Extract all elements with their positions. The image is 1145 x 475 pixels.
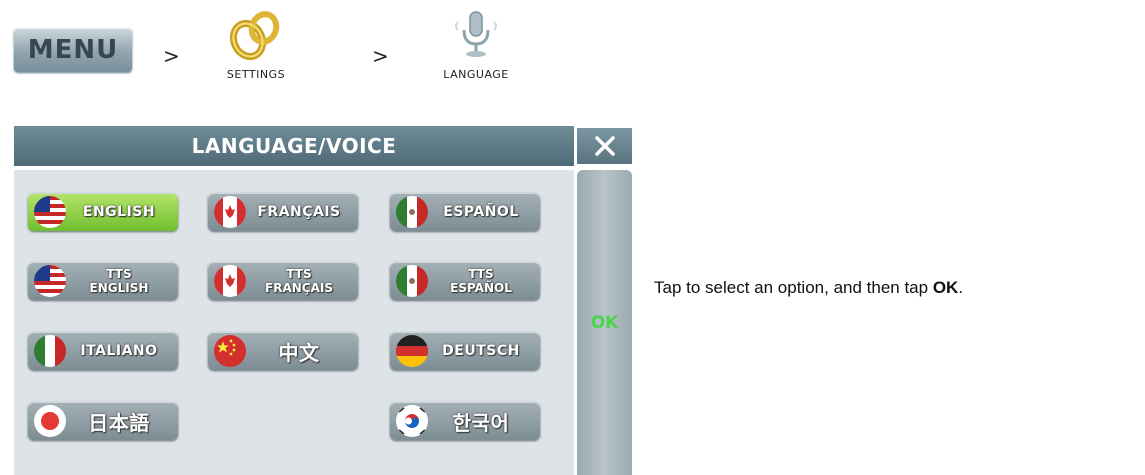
korea-flag-icon bbox=[396, 405, 428, 437]
language-label: 中文 bbox=[278, 340, 320, 365]
language-option-japanese[interactable]: 日本語 bbox=[28, 402, 178, 440]
tts-language-label: ESPAÑOL bbox=[450, 281, 512, 295]
language-label: TTS ESPAÑOL bbox=[428, 264, 534, 298]
mexico-flag-icon bbox=[396, 196, 428, 228]
close-button[interactable] bbox=[577, 128, 632, 164]
instruction-body: Tap to select an option, and then tap bbox=[654, 278, 933, 297]
china-flag-icon bbox=[214, 335, 246, 367]
language-label: ITALIANO bbox=[80, 343, 158, 359]
tts-label: TTS bbox=[106, 267, 132, 281]
tts-language-label: FRANÇAIS bbox=[265, 281, 333, 295]
language-option-tts-english[interactable]: TTS ENGLISH bbox=[28, 262, 178, 300]
breadcrumb-settings: SETTINGS bbox=[216, 4, 296, 81]
language-label: FRANÇAIS bbox=[257, 204, 341, 220]
instruction-text: Tap to select an option, and then tap OK… bbox=[654, 278, 963, 298]
language-option-korean[interactable]: 한국어 bbox=[390, 402, 540, 440]
germany-flag-icon bbox=[396, 335, 428, 367]
mexico-flag-icon bbox=[396, 265, 428, 297]
language-label: 한국어 bbox=[452, 410, 510, 435]
tts-language-label: ENGLISH bbox=[89, 281, 149, 295]
ok-button[interactable]: OK bbox=[577, 170, 632, 475]
language-option-deutsch[interactable]: DEUTSCH bbox=[390, 332, 540, 370]
italy-flag-icon bbox=[34, 335, 66, 367]
language-label: DEUTSCH bbox=[442, 343, 520, 359]
breadcrumb-separator: > bbox=[163, 44, 180, 68]
instruction-end: . bbox=[958, 278, 964, 297]
language-option-italiano[interactable]: ITALIANO bbox=[28, 332, 178, 370]
breadcrumb-language: LANGUAGE bbox=[426, 4, 526, 81]
japan-flag-icon bbox=[34, 405, 66, 437]
tts-label: TTS bbox=[286, 267, 312, 281]
language-label: ESPAÑOL bbox=[443, 204, 519, 220]
canada-flag-icon bbox=[214, 265, 246, 297]
language-option-chinese[interactable]: 中文 bbox=[208, 332, 358, 370]
breadcrumb-language-label: LANGUAGE bbox=[443, 68, 509, 81]
language-options-panel: ENGLISH FRANÇAIS ESPAÑOL TTS ENGLISH TTS… bbox=[14, 170, 574, 475]
us-flag-icon bbox=[34, 265, 66, 297]
menu-button[interactable]: MENU bbox=[14, 28, 132, 72]
language-label: TTS ENGLISH bbox=[66, 264, 172, 298]
language-option-english[interactable]: ENGLISH bbox=[28, 193, 178, 231]
language-label: ENGLISH bbox=[82, 204, 156, 220]
close-icon bbox=[594, 136, 615, 156]
settings-rings-icon bbox=[229, 11, 280, 61]
canada-flag-icon bbox=[214, 196, 246, 228]
breadcrumb-separator: > bbox=[372, 44, 389, 68]
language-option-espanol[interactable]: ESPAÑOL bbox=[390, 193, 540, 231]
breadcrumb-settings-label: SETTINGS bbox=[226, 68, 286, 81]
us-flag-icon bbox=[34, 196, 66, 228]
language-option-tts-espanol[interactable]: TTS ESPAÑOL bbox=[390, 262, 540, 300]
language-label: 日本語 bbox=[88, 410, 150, 435]
microphone-icon bbox=[455, 11, 497, 57]
language-label: TTS FRANÇAIS bbox=[246, 264, 352, 298]
language-option-tts-francais[interactable]: TTS FRANÇAIS bbox=[208, 262, 358, 300]
dialog-title: LANGUAGE/VOICE bbox=[14, 126, 574, 166]
tts-label: TTS bbox=[468, 267, 494, 281]
instruction-emphasis: OK bbox=[932, 278, 959, 297]
language-option-francais[interactable]: FRANÇAIS bbox=[208, 193, 358, 231]
